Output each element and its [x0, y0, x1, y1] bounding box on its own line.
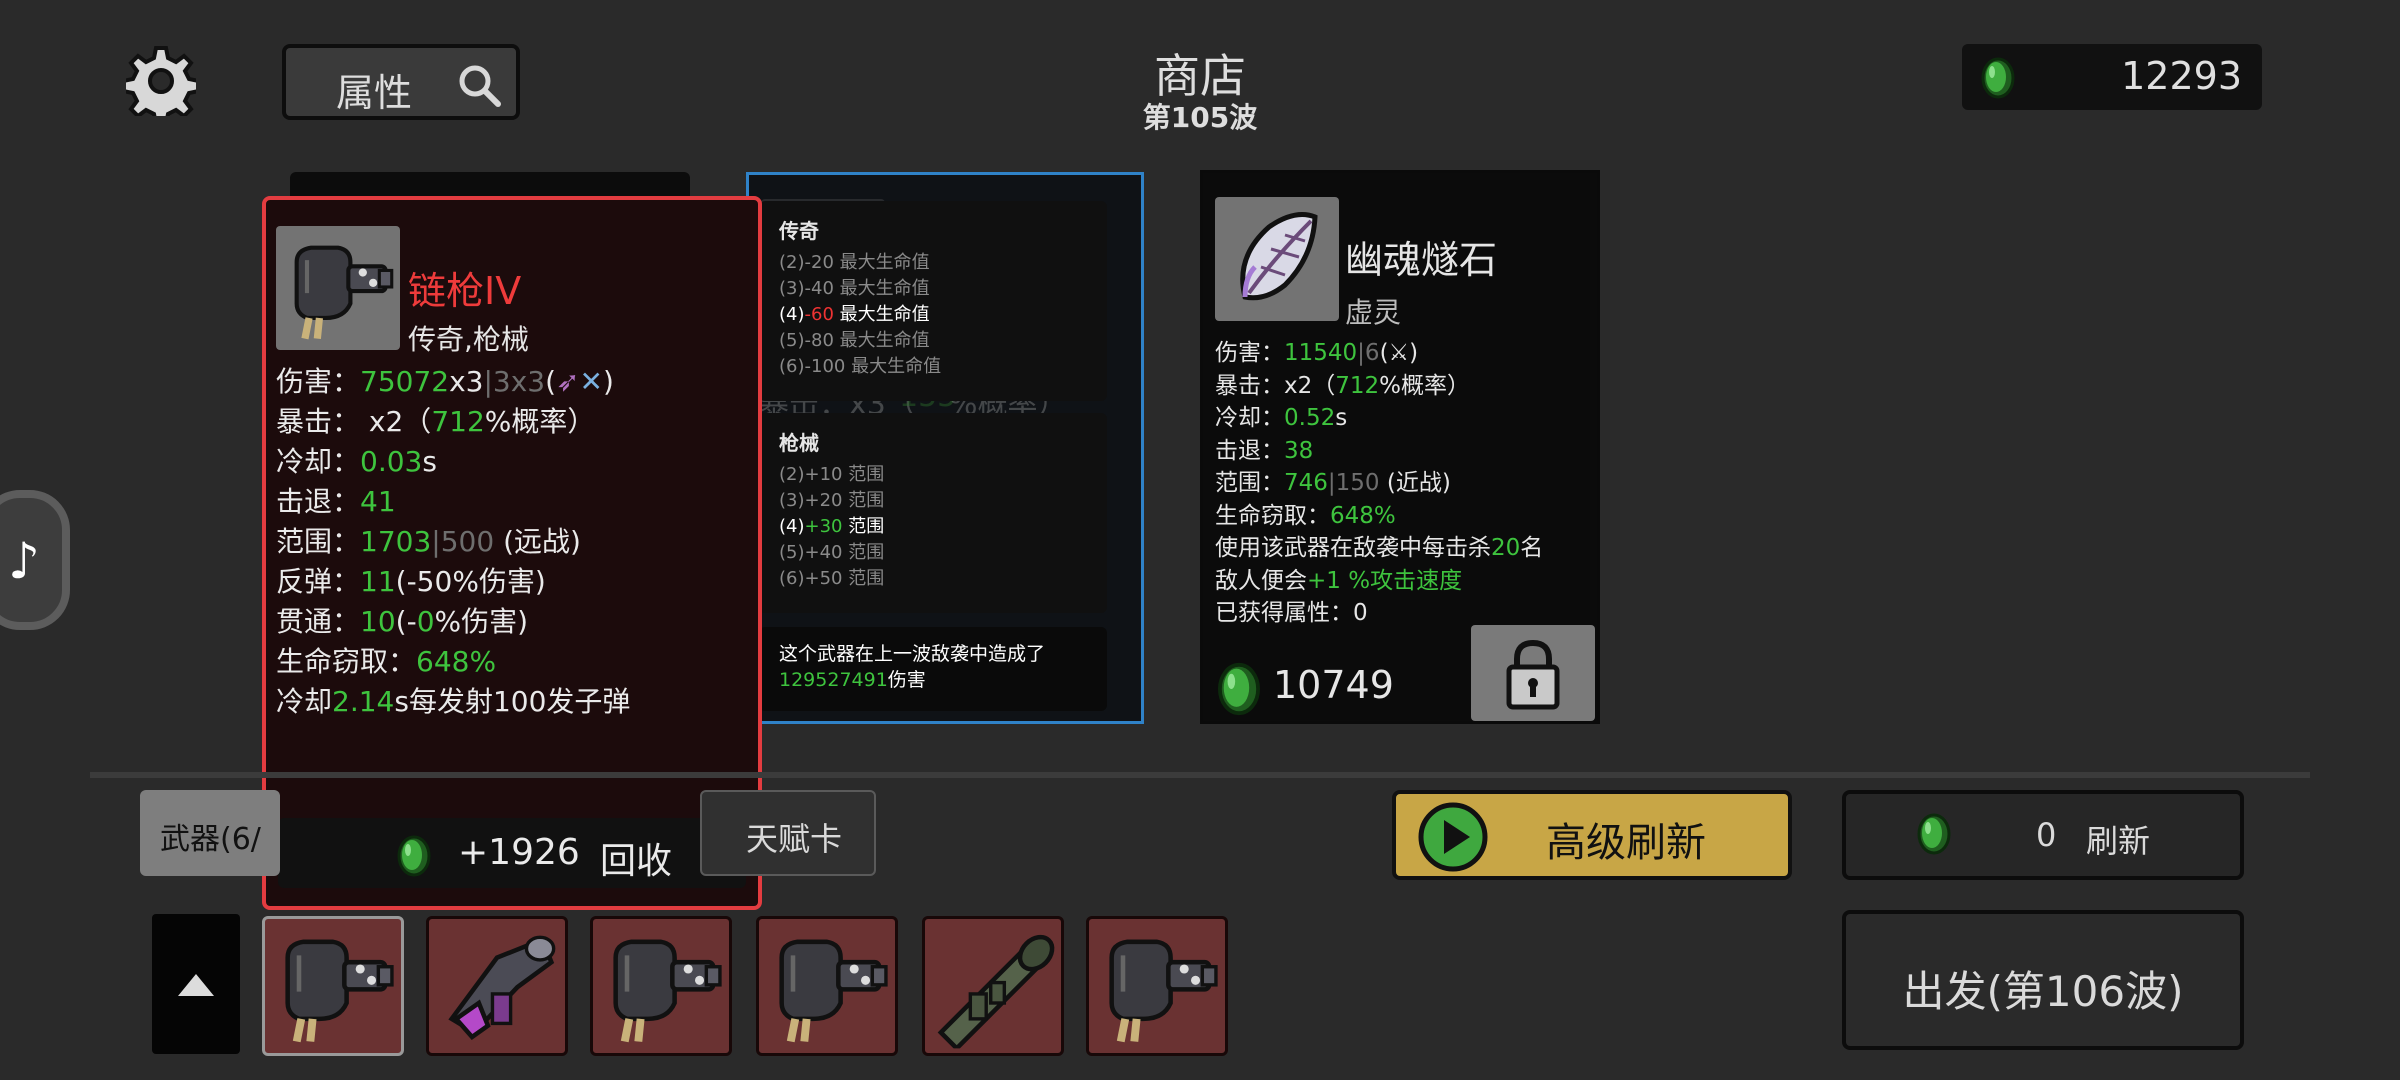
coin-icon — [1978, 56, 2018, 100]
weapon-tags: 传奇,枪械 — [408, 323, 529, 356]
trait-title: 枪械 — [779, 431, 819, 455]
gold-amount: 12293 — [2121, 54, 2242, 98]
trait-line-active: (4)-60 最大生命值 — [779, 304, 930, 325]
trait-line: (5)-80 最大生命值 — [779, 330, 930, 351]
inventory-slot-5[interactable] — [922, 916, 1064, 1056]
search-icon — [459, 65, 501, 107]
stat-crit: 暴击：x2（712%概率） — [1215, 372, 1471, 399]
tab-label: 武器(6/ — [160, 822, 261, 857]
inventory-slot-2[interactable] — [426, 916, 568, 1056]
trait-line: (3)-40 最大生命值 — [779, 278, 930, 299]
inventory-slot-6[interactable] — [1086, 916, 1228, 1056]
depart-button[interactable]: 出发(第106波) — [1842, 910, 2244, 1050]
recycle-button[interactable]: +1926 回收 — [278, 818, 746, 888]
stat-special: 冷却2.14s每发射100发子弹 — [276, 685, 631, 718]
floating-app-bubble[interactable]: ♪ — [0, 490, 70, 630]
chain-gun-icon — [593, 919, 729, 1053]
refresh-label: 刷新 — [2086, 822, 2151, 860]
stat-knockback: 击退：41 — [276, 485, 396, 518]
effect-line-2: 敌人便会+1 %攻击速度 — [1215, 567, 1463, 594]
rocket-launcher-icon — [925, 919, 1061, 1053]
shop-card-2[interactable]: 刀II 伤 80% 暴击：x3（ 155 %概率） 0.51s 击 150 (近… — [746, 172, 1144, 724]
play-video-icon — [1418, 802, 1488, 872]
depart-label: 出发(第106波) — [1902, 967, 2184, 1016]
stat-cooldown: 冷却：0.52s — [1215, 405, 1348, 431]
cross-icon: ✕ — [579, 365, 603, 398]
refresh-button[interactable]: 0 刷新 — [1842, 790, 2244, 880]
lock-button[interactable] — [1471, 625, 1595, 721]
inventory-slot-3[interactable] — [590, 916, 732, 1056]
advanced-refresh-label: 高级刷新 — [1546, 820, 1706, 866]
expand-inventory-button[interactable] — [152, 914, 240, 1054]
trait-legendary-panel: 传奇 (2)-20 最大生命值 (3)-40 最大生命值 (4)-60 最大生命… — [759, 201, 1107, 401]
weapon-stats: 伤害：75072x3|3x3(➶✕) 暴击： x2（712%概率） 冷却：0.0… — [276, 362, 630, 722]
trait-line-active: (4)+30 范围 — [779, 516, 885, 537]
damage-report-note: 这个武器在上一波敌袭中造成了129527491伤害 — [759, 627, 1107, 711]
stat-damage: 伤害：11540|6(⚔) — [1215, 340, 1419, 366]
weapon-detail-tooltip: 链枪IV 传奇,枪械 伤害：75072x3|3x3(➶✕) 暴击： x2（712… — [262, 196, 762, 910]
tab-label: 天赋卡 — [746, 820, 843, 858]
settings-gear-icon[interactable] — [121, 46, 201, 126]
divider — [90, 772, 2310, 778]
bow-sword-icon: ➶ — [556, 365, 580, 398]
trait-line: (5)+40 范围 — [779, 542, 885, 563]
stat-pierce: 贯通：10(-0%伤害) — [276, 605, 529, 638]
search-label: 属性 — [336, 71, 413, 115]
inventory-slot-1[interactable] — [262, 916, 404, 1056]
effect-line-1: 使用该武器在敌袭中每击杀20名 — [1215, 535, 1544, 561]
tab-weapons[interactable]: 武器(6/ — [140, 790, 280, 876]
chain-gun-icon — [759, 919, 895, 1053]
shop-card-3[interactable]: 幽魂燧石 虚灵 伤害：11540|6(⚔) 暴击：x2（712%概率） 冷却：0… — [1200, 170, 1600, 724]
trait-line: (6)-100 最大生命值 — [779, 356, 942, 377]
stat-cooldown: 冷却：0.03s — [276, 445, 437, 478]
weapon-name: 链枪IV — [408, 269, 522, 313]
stat-lifesteal: 生命窃取：648% — [1215, 502, 1396, 529]
advanced-refresh-button[interactable]: 高级刷新 — [1392, 790, 1792, 880]
trait-line: (6)+50 范围 — [779, 568, 885, 589]
music-note-icon: ♪ — [8, 532, 40, 590]
refresh-cost: 0 — [2036, 816, 2057, 854]
tab-talent-cards[interactable]: 天赋卡 — [700, 790, 876, 876]
stat-bounce: 反弹：11(-50%伤害) — [276, 565, 546, 598]
trait-line: (2)+10 范围 — [779, 464, 885, 485]
laser-gun-icon — [429, 919, 565, 1053]
weapon-name: 幽魂燧石 — [1345, 238, 1498, 282]
stat-damage: 伤害：75072x3|3x3(➶✕) — [276, 365, 614, 398]
arrow-up-icon — [178, 974, 214, 996]
chain-gun-icon — [265, 919, 401, 1053]
recycle-amount: +1926 — [458, 832, 580, 873]
coin-icon — [1213, 661, 1265, 717]
trait-line: (2)-20 最大生命值 — [779, 252, 930, 273]
stat-crit: 暴击： x2（712%概率） — [276, 405, 596, 438]
trait-gun-panel: 枪械 (2)+10 范围 (3)+20 范围 (4)+30 范围 (5)+40 … — [759, 413, 1107, 613]
stat-knockback: 击退：38 — [1215, 437, 1314, 464]
trait-title: 传奇 — [779, 219, 819, 243]
sword-icon: ⚔ — [1388, 340, 1410, 366]
inventory-slot-4[interactable] — [756, 916, 898, 1056]
weapon-price: 10749 — [1273, 663, 1394, 707]
coin-icon — [394, 834, 434, 878]
recycle-label: 回收 — [600, 841, 673, 882]
chain-gun-icon — [1089, 919, 1225, 1053]
trait-line: (3)+20 范围 — [779, 490, 885, 511]
lock-icon — [1506, 639, 1560, 710]
coin-icon — [1914, 812, 1954, 856]
weapon-type: 虚灵 — [1345, 296, 1402, 329]
stat-range: 范围：746|150 (近战) — [1215, 470, 1451, 496]
weapon-stats: 伤害：11540|6(⚔) 暴击：x2（712%概率） 冷却：0.52s 击退：… — [1215, 337, 1543, 630]
stat-lifesteal: 生命窃取：648% — [276, 645, 497, 678]
ghost-flint-icon — [1215, 197, 1339, 321]
stat-range: 范围：1703|500 (远战) — [276, 525, 581, 558]
wave-indicator: 第105波 — [1142, 101, 1258, 134]
attribute-search-button[interactable]: 属性 — [282, 44, 520, 120]
chain-gun-icon — [276, 226, 400, 350]
gold-display: 12293 — [1962, 44, 2262, 110]
